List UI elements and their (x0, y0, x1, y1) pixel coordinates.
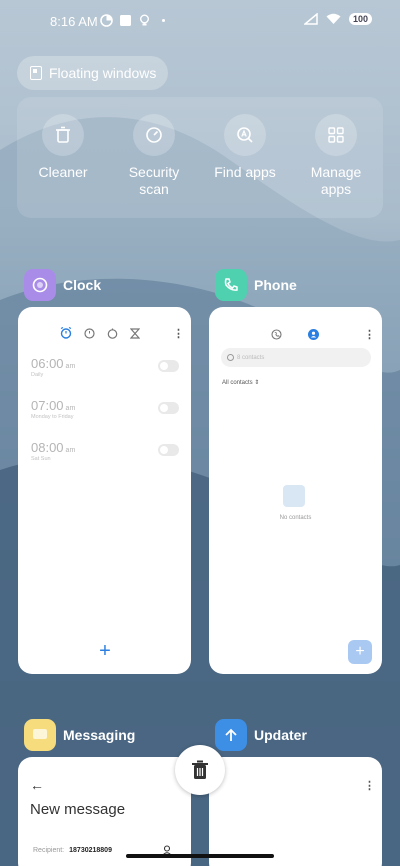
floating-windows-button[interactable]: Floating windows (17, 56, 168, 90)
clock-app-icon (24, 269, 56, 301)
status-right: 100 (303, 13, 372, 25)
updater-app-name: Updater (254, 727, 307, 743)
messaging-app-card[interactable]: ← New message Recipient: 18730218809 (18, 757, 191, 866)
empty-contacts-icon (283, 485, 305, 507)
alarm-row[interactable]: 06:00 am Daily (31, 356, 179, 378)
contacts-search-input[interactable]: 8 contacts (221, 348, 371, 367)
alarm-ampm: am (65, 447, 76, 454)
phone-app-header[interactable]: Phone (215, 269, 297, 301)
contacts-filter-dropdown[interactable]: All contacts ⇕ (222, 379, 259, 386)
manage-apps-button[interactable]: Manage apps (296, 114, 376, 198)
alarm-toggle[interactable] (158, 360, 179, 372)
clock-tabs (60, 327, 140, 339)
cleaner-label: Cleaner (38, 164, 88, 180)
updater-app-icon (215, 719, 247, 751)
add-contact-button[interactable]: + (348, 640, 372, 664)
new-message-title: New message (30, 801, 126, 818)
wifi-icon (326, 13, 341, 24)
alarm-repeat: Sat Sun (31, 456, 51, 462)
floating-window-icon (30, 66, 42, 80)
square-notification-icon (120, 15, 131, 26)
alarm-time-wrap: 08:00 am (31, 440, 179, 455)
updater-app-header[interactable]: Updater (215, 719, 307, 751)
trash-icon (192, 760, 208, 779)
cleaner-button[interactable]: Cleaner (23, 114, 103, 181)
app-notification-icon (100, 14, 113, 27)
alarm-repeat: Daily (31, 372, 44, 378)
alarm-tab-icon[interactable] (60, 327, 72, 339)
alarm-row[interactable]: 08:00 am Sat Sun (31, 440, 179, 462)
clock-app-name: Clock (63, 277, 102, 293)
alarm-repeat: Monday to Friday (31, 414, 74, 420)
gauge-icon (133, 114, 175, 156)
stopwatch-tab-icon[interactable] (107, 328, 118, 339)
alarm-ampm: am (65, 363, 76, 370)
contacts-filter-label: All contacts (222, 380, 253, 386)
security-scan-button[interactable]: Security scan (114, 114, 194, 198)
find-apps-label: Find apps (214, 164, 276, 180)
phone-more-icon[interactable]: ⋮ (364, 328, 375, 341)
grid-icon (315, 114, 357, 156)
alarm-time: 06:00 (31, 356, 64, 371)
dot-notification-icon (162, 19, 165, 22)
recipient-field[interactable]: Recipient: 18730218809 (33, 847, 112, 854)
phone-app-icon (215, 269, 247, 301)
updater-app-card[interactable]: ⋮ (209, 757, 382, 866)
timer-tab-icon[interactable] (130, 327, 140, 339)
clear-all-button[interactable] (175, 745, 225, 795)
alarm-ampm: am (65, 405, 76, 412)
messaging-app-header[interactable]: Messaging (24, 719, 135, 751)
quick-tools-panel: Cleaner Security scan Find apps Manage a… (17, 97, 383, 218)
alarm-time: 08:00 (31, 440, 64, 455)
alarm-time: 07:00 (31, 398, 64, 413)
security-scan-label: Security scan (128, 164, 180, 197)
phone-app-name: Phone (254, 277, 297, 293)
world-clock-tab-icon[interactable] (84, 327, 95, 339)
recipient-label: Recipient: (33, 847, 65, 854)
floating-windows-label: Floating windows (49, 65, 157, 81)
phone-app-card[interactable]: ⋮ 8 contacts All contacts ⇕ No contacts … (209, 307, 382, 674)
messaging-app-name: Messaging (63, 727, 136, 743)
back-arrow-icon[interactable]: ← (30, 777, 44, 793)
messaging-app-icon (24, 719, 56, 751)
clock-more-icon[interactable]: ⋮ (173, 327, 184, 340)
recipient-value: 18730218809 (69, 847, 112, 854)
clock-app-card[interactable]: ⋮ 06:00 am Daily 07:00 am Monday to Friday… (18, 307, 191, 674)
status-bar: 8:16 AM 100 (0, 10, 400, 34)
alarm-toggle[interactable] (158, 402, 179, 414)
home-indicator[interactable] (126, 854, 274, 858)
clock-app-header[interactable]: Clock (24, 269, 101, 301)
alarm-row[interactable]: 07:00 am Monday to Friday (31, 398, 179, 420)
bulb-notification-icon (140, 14, 149, 26)
status-time: 8:16 AM (50, 14, 98, 29)
alarm-toggle[interactable] (158, 444, 179, 456)
add-alarm-button[interactable]: + (94, 640, 116, 662)
chevron-updown-icon: ⇕ (254, 380, 260, 386)
contacts-tab-icon[interactable] (308, 329, 319, 340)
find-apps-button[interactable]: Find apps (205, 114, 285, 181)
manage-apps-label: Manage apps (310, 164, 362, 197)
alarm-time-wrap: 06:00 am (31, 356, 179, 371)
no-contacts-text: No contacts (279, 515, 312, 521)
battery-indicator: 100 (348, 13, 372, 25)
updater-more-icon[interactable]: ⋮ (364, 779, 375, 792)
alarm-time-wrap: 07:00 am (31, 398, 179, 413)
signal-icon (303, 13, 318, 25)
trash-icon (42, 114, 84, 156)
status-notification-icons (100, 14, 170, 27)
search-app-icon (224, 114, 266, 156)
recents-tab-icon[interactable] (271, 329, 282, 340)
